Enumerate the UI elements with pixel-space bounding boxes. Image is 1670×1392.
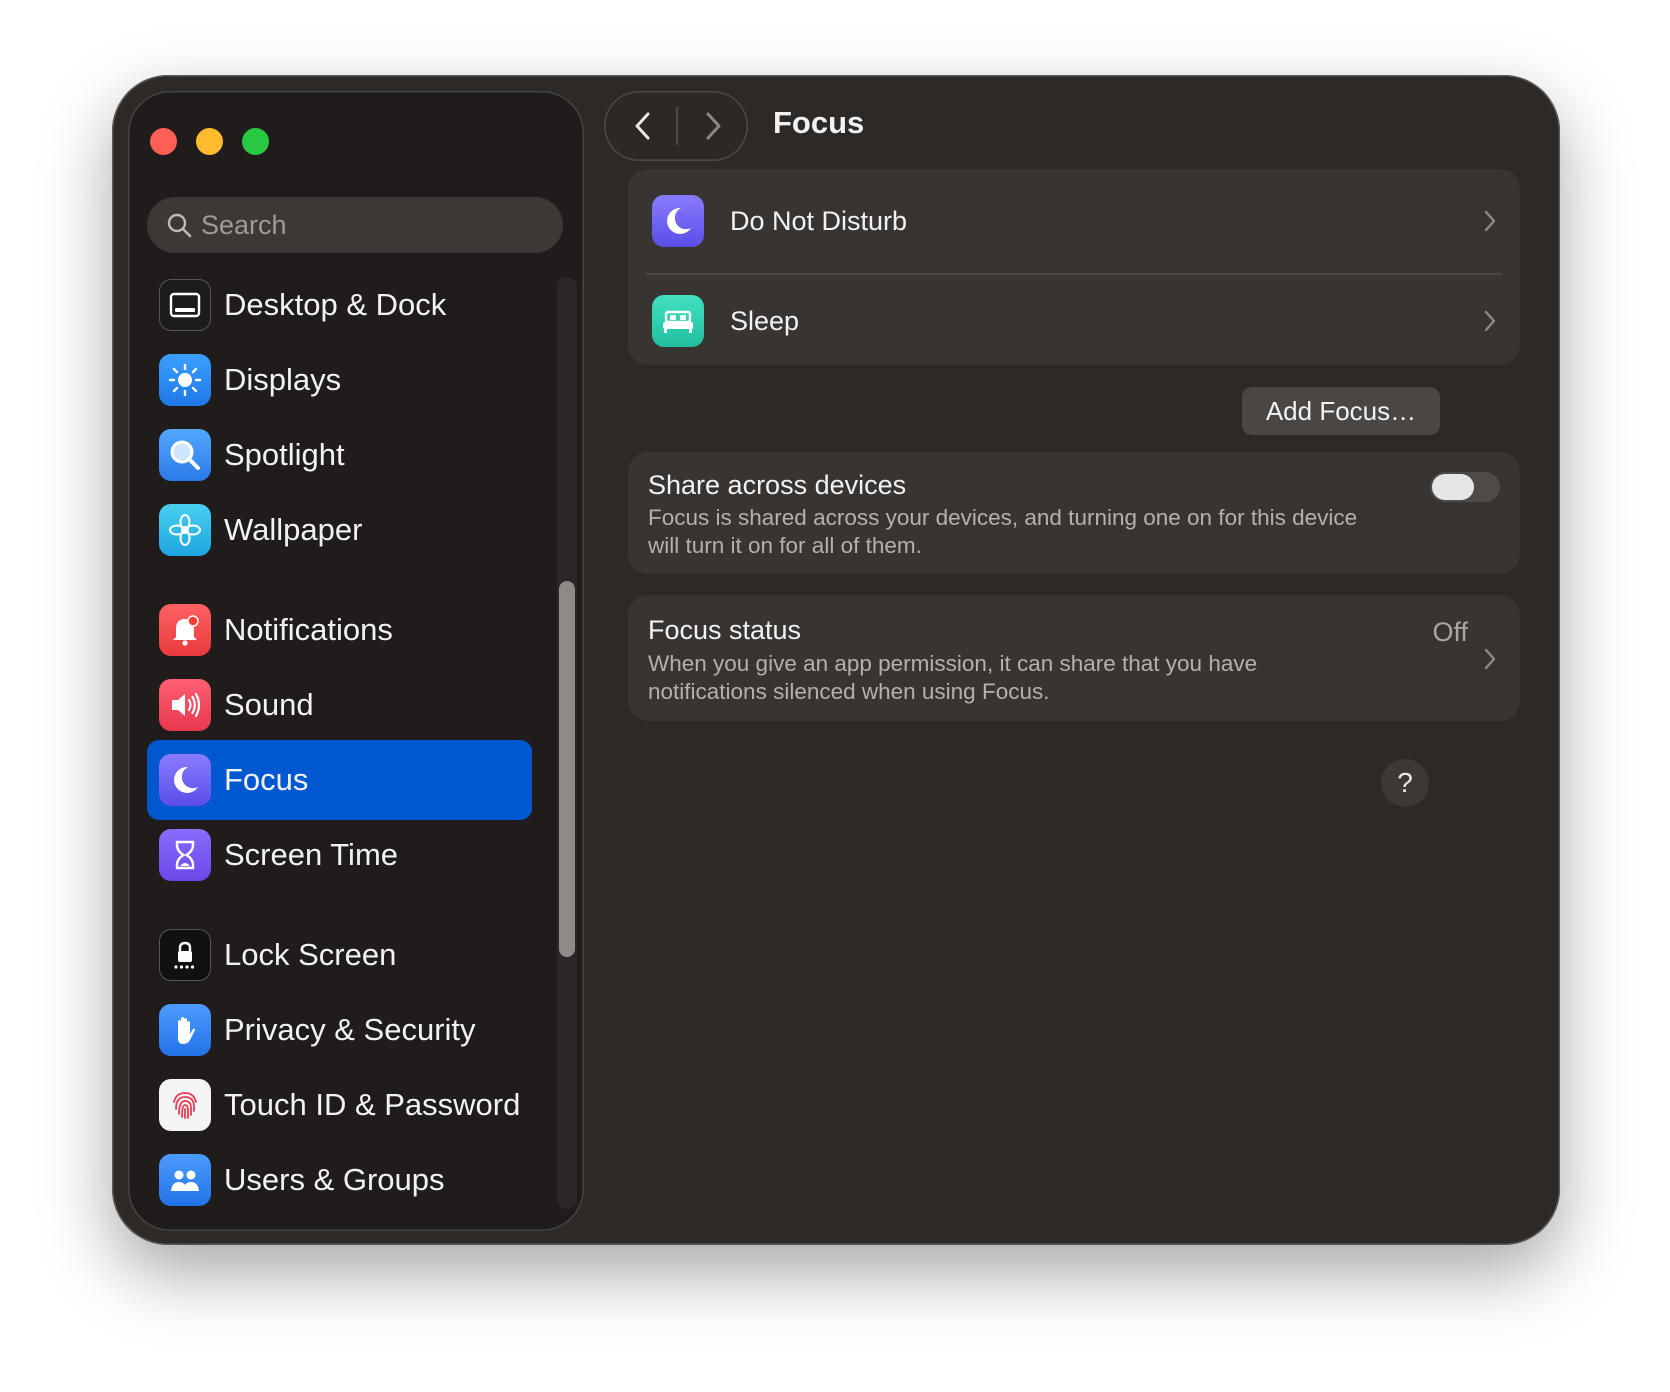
- sidebar: Search Desktop & Dock Displays Spotlight: [128, 91, 584, 1231]
- sidebar-item-label: Notifications: [224, 612, 393, 647]
- chevron-right-icon: [1484, 648, 1496, 670]
- status-description: When you give an app permission, it can …: [648, 651, 1258, 704]
- moon-icon: [652, 195, 704, 247]
- sidebar-scrollbar-thumb[interactable]: [559, 581, 575, 957]
- sidebar-item-label: Desktop & Dock: [224, 287, 447, 322]
- chevron-right-icon: [1484, 310, 1496, 332]
- share-across-devices-card: Share across devices Focus is shared acr…: [628, 452, 1520, 574]
- share-title: Share across devices: [648, 470, 907, 500]
- sidebar-item-sound[interactable]: Sound: [147, 665, 532, 745]
- help-button[interactable]: ?: [1381, 759, 1429, 807]
- magnifier-icon: [159, 429, 211, 481]
- focus-mode-do-not-disturb[interactable]: Do Not Disturb: [628, 169, 1520, 273]
- sidebar-item-label: Spotlight: [224, 437, 345, 472]
- sidebar-item-label: Wallpaper: [224, 512, 363, 547]
- bell-icon: [159, 604, 211, 656]
- bed-icon: [652, 295, 704, 347]
- sun-icon: [159, 354, 211, 406]
- focus-mode-sleep[interactable]: Sleep: [628, 269, 1520, 373]
- search-icon: [167, 213, 192, 238]
- sidebar-item-label: Touch ID & Password: [224, 1087, 521, 1122]
- share-toggle[interactable]: [1430, 472, 1500, 502]
- settings-window: Search Desktop & Dock Displays Spotlight: [112, 75, 1560, 1245]
- status-value: Off: [1432, 617, 1468, 647]
- sidebar-item-wallpaper[interactable]: Wallpaper: [147, 490, 532, 570]
- chevron-right-icon[interactable]: [698, 109, 728, 143]
- page-title: Focus: [773, 105, 865, 140]
- toggle-knob: [1432, 474, 1474, 500]
- sidebar-item-desktop-dock[interactable]: Desktop & Dock: [147, 265, 532, 345]
- chevron-right-icon: [1484, 210, 1496, 232]
- sidebar-item-screen-time[interactable]: Screen Time: [147, 815, 532, 895]
- history-nav: [604, 91, 748, 161]
- sidebar-item-displays[interactable]: Displays: [147, 340, 532, 420]
- minimize-button[interactable]: [196, 128, 223, 155]
- speaker-icon: [159, 679, 211, 731]
- sidebar-item-label: Displays: [224, 362, 342, 397]
- sidebar-item-label: Focus: [224, 762, 309, 797]
- divider: [676, 107, 678, 145]
- sidebar-item-notifications[interactable]: Notifications: [147, 590, 532, 670]
- hand-icon: [159, 1004, 211, 1056]
- close-button[interactable]: [150, 128, 177, 155]
- sidebar-item-lock-screen[interactable]: Lock Screen: [147, 915, 532, 995]
- sidebar-item-label: Privacy & Security: [224, 1012, 476, 1047]
- chevron-left-icon[interactable]: [628, 109, 658, 143]
- focus-mode-label: Sleep: [730, 305, 800, 336]
- sidebar-item-privacy-security[interactable]: Privacy & Security: [147, 990, 532, 1070]
- focus-modes-card: Do Not Disturb Sleep: [628, 169, 1520, 365]
- users-icon: [159, 1154, 211, 1206]
- search-placeholder: Search: [201, 209, 287, 240]
- add-focus-button[interactable]: Add Focus…: [1242, 387, 1440, 435]
- sidebar-item-focus[interactable]: Focus: [147, 740, 532, 820]
- fingerprint-icon: [159, 1079, 211, 1131]
- sidebar-item-label: Sound: [224, 687, 314, 722]
- zoom-button[interactable]: [242, 128, 269, 155]
- search-input[interactable]: Search: [147, 197, 563, 253]
- moon-icon: [159, 754, 211, 806]
- focus-status-card[interactable]: Focus status When you give an app permis…: [628, 595, 1520, 721]
- sidebar-item-label: Users & Groups: [224, 1162, 445, 1197]
- sidebar-item-label: Screen Time: [224, 837, 399, 872]
- sidebar-item-touch-id[interactable]: Touch ID & Password: [147, 1065, 532, 1145]
- focus-mode-label: Do Not Disturb: [730, 205, 908, 236]
- sidebar-item-label: Lock Screen: [224, 937, 397, 972]
- flower-icon: [159, 504, 211, 556]
- hourglass-icon: [159, 829, 211, 881]
- desktop-dock-icon: [159, 279, 211, 331]
- sidebar-item-spotlight[interactable]: Spotlight: [147, 415, 532, 495]
- lock-icon: [159, 929, 211, 981]
- share-description: Focus is shared across your devices, and…: [648, 505, 1358, 558]
- sidebar-item-users-groups[interactable]: Users & Groups: [147, 1140, 532, 1220]
- status-title: Focus status: [648, 615, 802, 645]
